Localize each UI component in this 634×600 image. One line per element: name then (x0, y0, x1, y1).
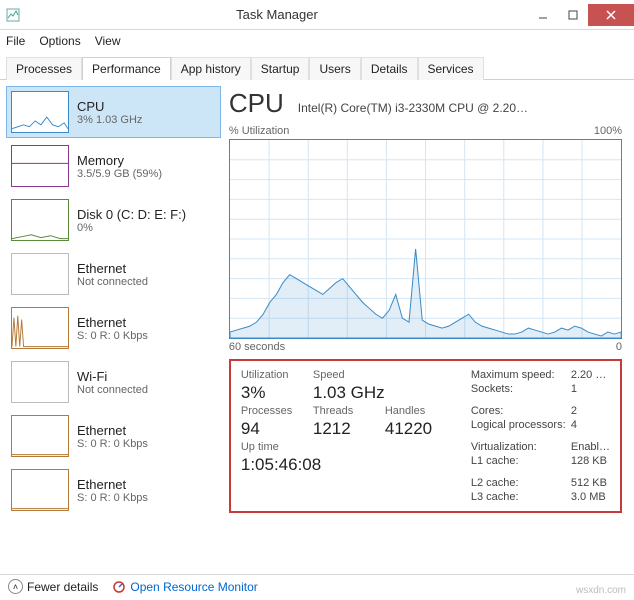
resource-monitor-label: Open Resource Monitor (130, 580, 257, 594)
close-button[interactable] (588, 4, 634, 26)
sidebar-item-title: Ethernet (77, 261, 148, 276)
sidebar-item-ethernet[interactable]: EthernetS: 0 R: 0 Kbps (6, 410, 221, 462)
sidebar-item-title: CPU (77, 99, 142, 114)
label-handles: Handles (385, 405, 457, 417)
value-utilization: 3% (241, 383, 313, 403)
mini-graph (11, 361, 69, 403)
value-uptime: 1:05:46:08 (241, 455, 457, 475)
sidebar-item-sub: 3.5/5.9 GB (59%) (77, 168, 162, 180)
tab-startup[interactable]: Startup (251, 57, 310, 80)
chevron-up-icon: ˄ (8, 579, 23, 594)
maximize-button[interactable] (558, 4, 588, 26)
graph-xlabel-left: 60 seconds (229, 341, 285, 353)
window-titlebar: Task Manager (0, 0, 634, 30)
graph-ylabel: % Utilization (229, 125, 290, 137)
label-l2: L2 cache: (471, 477, 571, 489)
label-virt: Virtualization: (471, 441, 571, 453)
sidebar-item-disk-0-c-d-e-f-[interactable]: Disk 0 (C: D: E: F:)0% (6, 194, 221, 246)
sidebar-item-sub: S: 0 R: 0 Kbps (77, 438, 148, 450)
sidebar: CPU3% 1.03 GHzMemory3.5/5.9 GB (59%)Disk… (0, 80, 221, 574)
value-l1: 128 KB (571, 455, 610, 475)
graph-ymax: 100% (594, 125, 622, 137)
label-max-speed: Maximum speed: (471, 369, 571, 381)
mini-graph (11, 199, 69, 241)
value-handles: 41220 (385, 419, 457, 439)
fewer-details-toggle[interactable]: ˄ Fewer details (8, 579, 98, 594)
window-title: Task Manager (26, 7, 528, 22)
sidebar-item-sub: 3% 1.03 GHz (77, 114, 142, 126)
footer: ˄ Fewer details Open Resource Monitor (0, 574, 634, 598)
tab-performance[interactable]: Performance (82, 57, 171, 80)
label-utilization: Utilization (241, 369, 313, 381)
value-threads: 1212 (313, 419, 385, 439)
tab-app-history[interactable]: App history (171, 57, 251, 80)
sidebar-item-cpu[interactable]: CPU3% 1.03 GHz (6, 86, 221, 138)
value-virt: Enabl… (571, 441, 610, 453)
tabstrip: Processes Performance App history Startu… (0, 52, 634, 80)
value-l3: 3.0 MB (571, 491, 610, 503)
menu-options[interactable]: Options (39, 34, 80, 48)
tab-services[interactable]: Services (418, 57, 484, 80)
value-sockets: 1 (571, 383, 610, 403)
mini-graph (11, 91, 69, 133)
label-l3: L3 cache: (471, 491, 571, 503)
mini-graph (11, 145, 69, 187)
label-sockets: Sockets: (471, 383, 571, 403)
menubar: File Options View (0, 30, 634, 52)
cpu-utilization-graph[interactable] (229, 139, 622, 339)
label-processes: Processes (241, 405, 313, 417)
label-lp: Logical processors: (471, 419, 571, 439)
graph-xlabel-right: 0 (616, 341, 622, 353)
label-l1: L1 cache: (471, 455, 571, 475)
cpu-details-box: Utilization Speed Maximum speed: 2.20 … … (229, 359, 622, 513)
sidebar-item-wi-fi[interactable]: Wi-FiNot connected (6, 356, 221, 408)
value-speed: 1.03 GHz (313, 383, 457, 403)
label-threads: Threads (313, 405, 385, 417)
mini-graph (11, 253, 69, 295)
sidebar-item-title: Disk 0 (C: D: E: F:) (77, 207, 186, 222)
watermark: wsxdn.com (576, 585, 626, 596)
sidebar-item-memory[interactable]: Memory3.5/5.9 GB (59%) (6, 140, 221, 192)
mini-graph (11, 415, 69, 457)
resource-monitor-icon (112, 580, 126, 594)
sidebar-item-ethernet[interactable]: EthernetS: 0 R: 0 Kbps (6, 464, 221, 516)
sidebar-item-title: Wi-Fi (77, 369, 148, 384)
value-processes: 94 (241, 419, 313, 439)
mini-graph (11, 469, 69, 511)
value-cores: 2 (571, 405, 610, 417)
mini-graph (11, 307, 69, 349)
sidebar-item-title: Memory (77, 153, 162, 168)
sidebar-item-title: Ethernet (77, 477, 148, 492)
tab-details[interactable]: Details (361, 57, 418, 80)
value-l2: 512 KB (571, 477, 610, 489)
sidebar-item-sub: 0% (77, 222, 186, 234)
label-uptime: Up time (241, 441, 457, 453)
sidebar-item-sub: S: 0 R: 0 Kbps (77, 330, 148, 342)
label-cores: Cores: (471, 405, 571, 417)
menu-file[interactable]: File (6, 34, 25, 48)
sidebar-item-sub: Not connected (77, 384, 148, 396)
sidebar-item-title: Ethernet (77, 423, 148, 438)
sidebar-item-sub: Not connected (77, 276, 148, 288)
open-resource-monitor-link[interactable]: Open Resource Monitor (112, 580, 257, 594)
page-title: CPU (229, 88, 284, 119)
sidebar-item-title: Ethernet (77, 315, 148, 330)
sidebar-item-ethernet[interactable]: EthernetNot connected (6, 248, 221, 300)
value-lp: 4 (571, 419, 610, 439)
sidebar-item-ethernet[interactable]: EthernetS: 0 R: 0 Kbps (6, 302, 221, 354)
tab-processes[interactable]: Processes (6, 57, 82, 80)
menu-view[interactable]: View (95, 34, 121, 48)
cpu-model: Intel(R) Core(TM) i3-2330M CPU @ 2.20… (298, 101, 528, 115)
value-max-speed: 2.20 … (571, 369, 610, 381)
label-speed: Speed (313, 369, 385, 381)
minimize-button[interactable] (528, 4, 558, 26)
content-pane: CPU Intel(R) Core(TM) i3-2330M CPU @ 2.2… (221, 80, 634, 574)
app-icon (0, 0, 26, 30)
sidebar-item-sub: S: 0 R: 0 Kbps (77, 492, 148, 504)
tab-users[interactable]: Users (309, 57, 360, 80)
fewer-details-label: Fewer details (27, 580, 98, 594)
